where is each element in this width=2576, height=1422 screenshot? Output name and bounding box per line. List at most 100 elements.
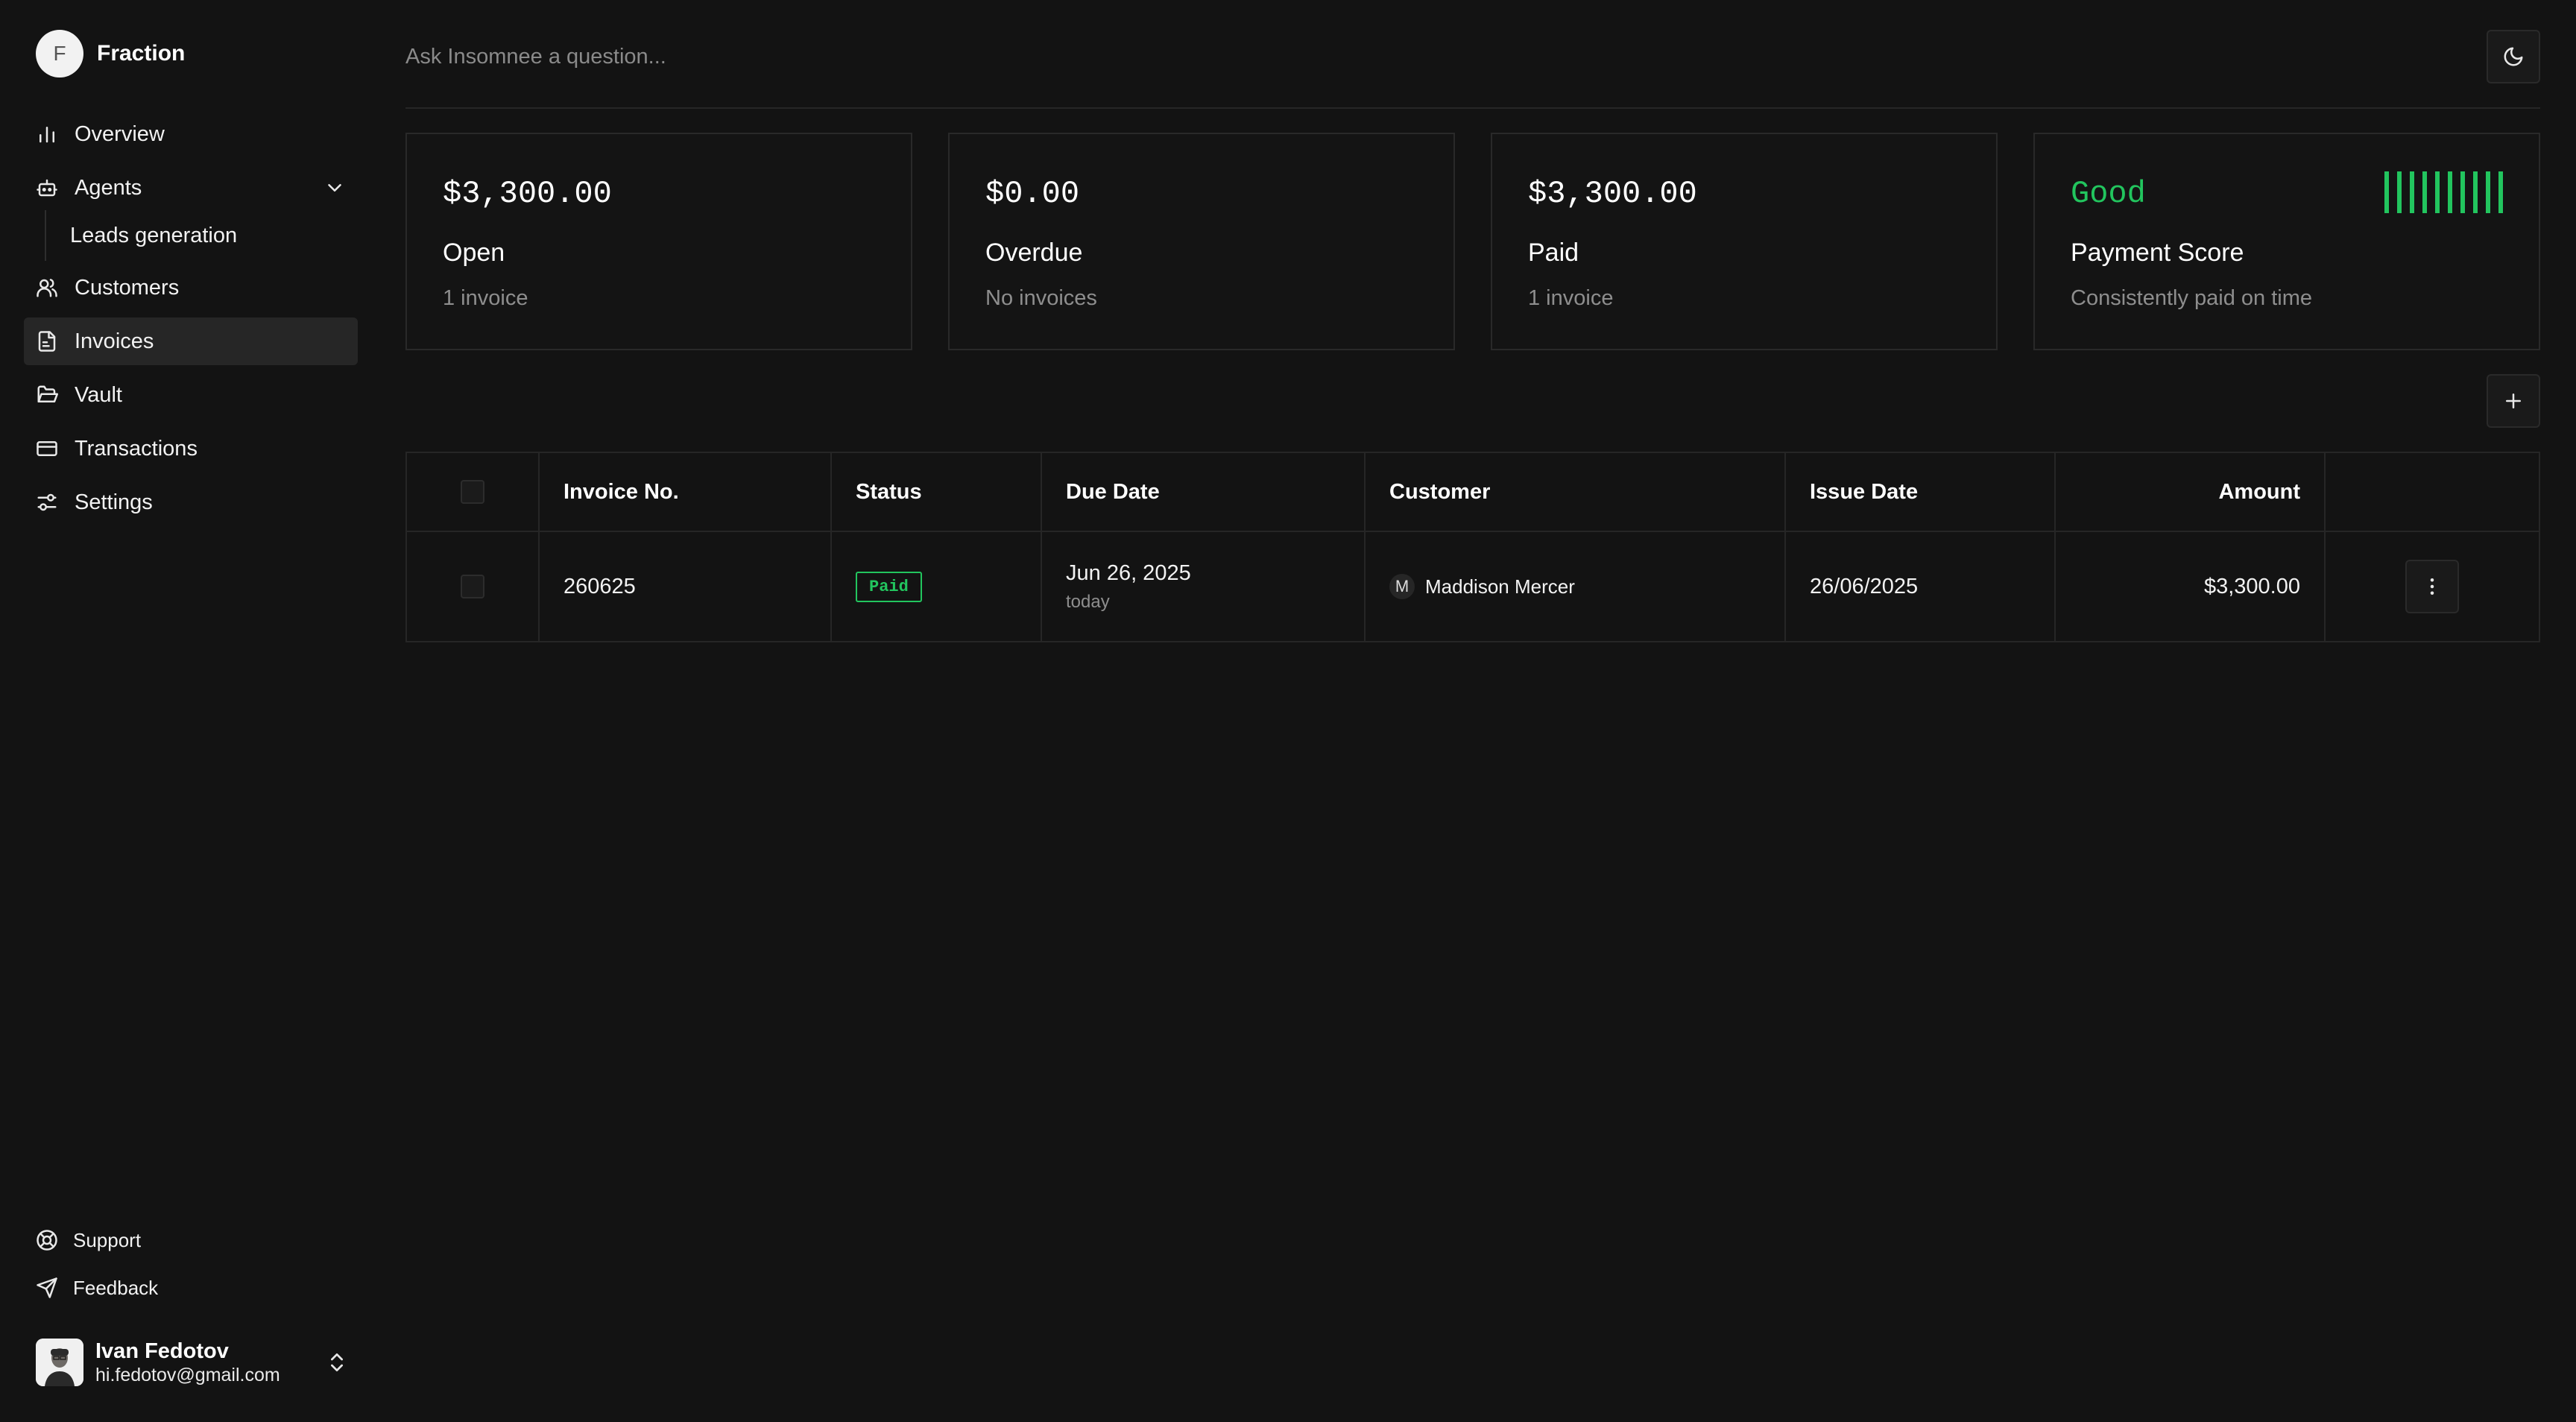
feedback-label: Feedback [73,1276,159,1299]
more-vertical-icon [2430,578,2434,595]
amount: $3,300.00 [2056,532,2326,641]
sidebar-item-agents[interactable]: Agents [24,164,358,212]
actions-cell [2326,532,2539,641]
paid-card[interactable]: $3,300.00 Paid 1 invoice [1491,133,1998,350]
folder-open-icon [37,385,58,402]
card-title: Open [443,238,505,267]
sidebar-bottom-links: Support Feedback [36,1216,158,1312]
column-header-amount[interactable]: Amount [2056,453,2326,531]
sidebar-item-label: Vault [75,382,122,407]
avatar [36,1339,83,1386]
column-header-invoice-no[interactable]: Invoice No. [540,453,832,531]
issue-date: 26/06/2025 [1786,532,2056,641]
send-icon [37,1277,57,1298]
due-relative: today [1066,591,1110,612]
sidebar-item-label: Transactions [75,436,198,461]
sidebar-item-transactions[interactable]: Transactions [24,425,358,473]
card-subtitle: 1 invoice [443,286,528,310]
sidebar-item-overview[interactable]: Overview [24,110,358,158]
column-header-due-date[interactable]: Due Date [1042,453,1366,531]
column-header-customer[interactable]: Customer [1366,453,1786,531]
customer-name: Maddison Mercer [1425,575,1575,598]
feedback-link[interactable]: Feedback [36,1264,158,1312]
user-portrait-icon [36,1339,83,1386]
score-bar [2435,171,2440,213]
score-bar [2498,171,2503,213]
sidebar-item-label: Agents [75,175,142,200]
sidebar-subitem-leads-generation[interactable]: Leads generation [70,215,358,256]
brand-logo: F [36,30,83,78]
column-header-issue-date[interactable]: Issue Date [1786,453,2056,531]
overdue-card[interactable]: $0.00 Overdue No invoices [948,133,1455,350]
score-bar [2397,171,2402,213]
user-name: Ivan Fedotov [95,1339,229,1363]
sidebar-item-label: Overview [75,121,165,146]
select-all-checkbox[interactable] [461,480,484,504]
card-subtitle: 1 invoice [1528,286,1614,310]
card-amount: $0.00 [985,176,1080,212]
sidebar-item-customers[interactable]: Customers [24,264,358,312]
sidebar-item-label: Invoices [75,329,154,353]
status-cell: Paid [832,532,1042,641]
column-header-status[interactable]: Status [832,453,1042,531]
user-info: Ivan Fedotov hi.fedotov@gmail.com [95,1339,280,1386]
card-amount: $3,300.00 [1528,176,1697,212]
sidebar-item-label: Settings [75,490,153,514]
row-actions-button[interactable] [2405,560,2459,613]
support-link[interactable]: Support [36,1216,158,1264]
brand[interactable]: F Fraction [36,30,185,78]
customer-avatar: M [1389,574,1415,599]
score-bar [2422,171,2427,213]
payment-score-bars [2384,171,2503,213]
sliders-icon [37,493,57,511]
header-select-cell [407,453,540,531]
chevrons-up-down-icon[interactable] [325,1350,349,1374]
sidebar-item-settings[interactable]: Settings [24,478,358,526]
sidebar: F Fraction Overview Agents Leads generat… [0,0,373,1422]
sidebar-item-vault[interactable]: Vault [24,371,358,419]
score-bar [2486,171,2490,213]
life-buoy-icon [37,1230,57,1251]
credit-card-icon [37,441,57,456]
sidebar-item-label: Customers [75,275,180,300]
score-bar [2410,171,2414,213]
support-label: Support [73,1228,142,1251]
search-bar [405,0,2540,109]
app-root: F Fraction Overview Agents Leads generat… [0,0,2576,1422]
score-bar [2460,171,2465,213]
payment-score-card[interactable]: Good Payment Score Consistently paid on … [2033,133,2540,350]
score-bar [2473,171,2478,213]
row-checkbox[interactable] [461,575,484,598]
sidebar-item-invoices[interactable]: Invoices [24,317,358,365]
moon-icon [2504,47,2523,66]
status-badge: Paid [856,571,922,602]
open-card[interactable]: $3,300.00 Open 1 invoice [405,133,912,350]
table-row[interactable]: 260625 Paid Jun 26, 2025 today M Maddiso… [407,532,2539,641]
summary-cards: $3,300.00 Open 1 invoice $0.00 Overdue N… [405,133,2540,350]
plus-icon [2506,394,2521,408]
search-input[interactable] [405,36,1896,78]
add-invoice-button[interactable] [2487,374,2540,428]
customer-cell: M Maddison Mercer [1366,532,1786,641]
score-bar [2448,171,2452,213]
due-date-cell: Jun 26, 2025 today [1042,532,1366,641]
chevron-down-icon[interactable] [323,177,346,199]
main-nav: Overview Agents Leads generation Custome… [24,110,358,532]
card-title: Paid [1528,238,1579,267]
row-select-cell [407,532,540,641]
users-icon [37,279,57,297]
theme-toggle-button[interactable] [2487,30,2540,83]
payment-score-value: Good [2071,176,2146,212]
card-title: Overdue [985,238,1083,267]
card-amount: $3,300.00 [443,176,612,212]
invoice-number: 260625 [540,532,832,641]
column-header-actions [2326,453,2539,531]
table-header: Invoice No. Status Due Date Customer Iss… [407,453,2539,532]
card-subtitle: Consistently paid on time [2071,286,2312,310]
agents-submenu: Leads generation [45,210,358,261]
user-menu[interactable]: Ivan Fedotov hi.fedotov@gmail.com [36,1339,349,1386]
card-title: Payment Score [2071,238,2244,267]
file-invoice-icon [38,331,56,352]
bar-chart-icon [40,127,54,143]
user-email: hi.fedotov@gmail.com [95,1365,280,1385]
